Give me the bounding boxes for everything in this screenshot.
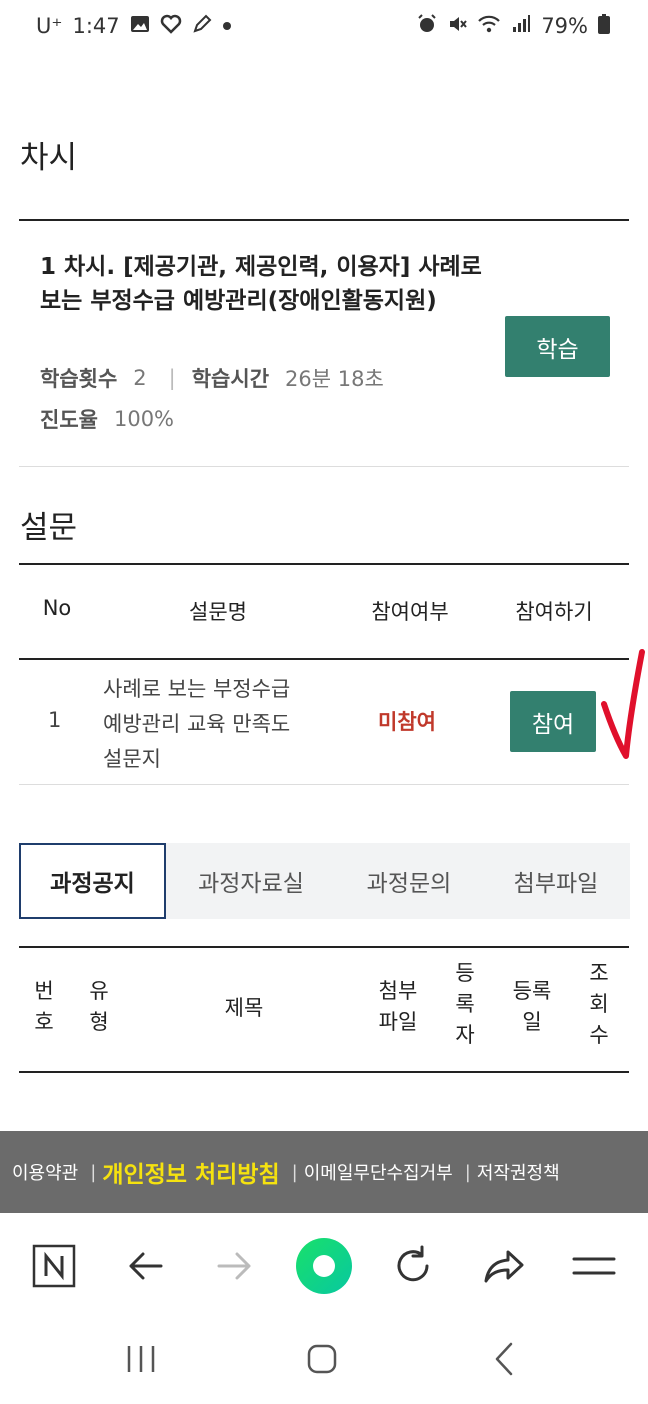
notice-header-registrant-1: 등 bbox=[455, 961, 475, 985]
dot-icon bbox=[222, 17, 232, 35]
status-bar: U⁺ 1:47 79% bbox=[0, 0, 648, 52]
survey-header-name: 설문명 bbox=[189, 600, 247, 624]
heart-link-icon bbox=[160, 14, 182, 38]
lesson-title: 1 차시. [제공기관, 제공인력, 이용자] 사례로 보는 부정수급 예방관리… bbox=[40, 254, 482, 314]
notice-header-type-1: 유 bbox=[89, 979, 109, 1003]
notice-header-title: 제목 bbox=[224, 996, 264, 1020]
notice-header-reg-date-1: 등록 bbox=[512, 979, 552, 1003]
tab-course-materials[interactable]: 과정자료실 bbox=[170, 843, 332, 919]
naver-n-icon[interactable] bbox=[26, 1238, 82, 1294]
footer-terms-link[interactable]: 이용약관 bbox=[12, 1159, 78, 1185]
signal-icon bbox=[511, 14, 531, 38]
forward-arrow-icon[interactable] bbox=[207, 1238, 263, 1294]
mute-icon bbox=[447, 14, 468, 38]
edit-icon bbox=[192, 14, 212, 38]
recent-apps-icon[interactable] bbox=[113, 1336, 169, 1382]
wifi-icon bbox=[477, 14, 501, 38]
tab-course-inquiry[interactable]: 과정문의 bbox=[338, 843, 480, 919]
footer-separator: | bbox=[291, 1161, 298, 1183]
lesson-divider-bottom bbox=[19, 466, 629, 467]
survey-row-name: 사례로 보는 부정수급 예방관리 교육 만족도 설문지 bbox=[103, 672, 290, 777]
tab-attachments[interactable]: 첨부파일 bbox=[485, 843, 627, 919]
notice-header-attachment: 첨부 파일 bbox=[368, 976, 428, 1038]
notice-header-type: 유 형 bbox=[85, 976, 113, 1038]
footer-email-refusal-link[interactable]: 이메일무단수집거부 bbox=[304, 1159, 453, 1185]
progress-label: 진도율 bbox=[40, 408, 98, 432]
clock: 1:47 bbox=[72, 14, 120, 38]
status-right: 79% bbox=[417, 14, 610, 38]
survey-join-button[interactable]: 참여 bbox=[510, 691, 596, 752]
notice-header-type-2: 형 bbox=[89, 1010, 109, 1034]
image-icon bbox=[130, 14, 150, 38]
notice-header-number-2: 호 bbox=[34, 1010, 54, 1034]
survey-divider-bottom bbox=[19, 784, 629, 785]
survey-header-action: 참여하기 bbox=[515, 600, 593, 624]
notice-header-number-1: 번 bbox=[34, 979, 54, 1003]
study-count-label: 학습횟수 bbox=[40, 367, 118, 391]
menu-icon[interactable] bbox=[566, 1238, 622, 1294]
lesson-divider-top bbox=[19, 219, 629, 221]
study-time-label: 학습시간 bbox=[191, 367, 270, 391]
notice-header-views-3: 수 bbox=[589, 1023, 609, 1047]
notice-header-views-1: 조 bbox=[589, 961, 609, 985]
carrier-label: U⁺ bbox=[36, 14, 63, 38]
lesson-meta-row-1: 학습횟수 2 | 학습시간 26분 18초 bbox=[40, 363, 384, 393]
alarm-icon bbox=[417, 14, 437, 38]
meta-separator: | bbox=[168, 366, 176, 390]
survey-name-line-2: 예방관리 교육 만족도 bbox=[103, 712, 291, 736]
progress-value: 100% bbox=[113, 407, 175, 431]
survey-divider-top bbox=[19, 563, 629, 565]
footer-copyright-link[interactable]: 저작권정책 bbox=[477, 1159, 560, 1185]
notice-header-views: 조 회 수 bbox=[585, 958, 613, 1051]
notice-header-registrant: 등 록 자 bbox=[451, 958, 479, 1051]
survey-name-line-1: 사례로 보는 부정수급 bbox=[103, 677, 291, 701]
notice-table-top-rule bbox=[19, 946, 629, 948]
survey-header-divider bbox=[19, 658, 629, 660]
notice-header-reg-date-2: 일 bbox=[522, 1010, 542, 1034]
share-icon[interactable] bbox=[476, 1238, 532, 1294]
system-back-icon[interactable] bbox=[477, 1336, 533, 1382]
status-left: U⁺ 1:47 bbox=[36, 14, 232, 38]
red-checkmark-icon bbox=[601, 649, 645, 759]
site-footer: 이용약관 | 개인정보 처리방침 | 이메일무단수집거부 | 저작권정책 bbox=[0, 1131, 648, 1213]
battery-icon bbox=[598, 14, 610, 38]
survey-row-no: 1 bbox=[48, 708, 62, 732]
survey-header-no: No bbox=[42, 596, 72, 620]
footer-separator: | bbox=[464, 1161, 471, 1183]
tab-course-notice[interactable]: 과정공지 bbox=[19, 843, 166, 919]
green-home-icon[interactable] bbox=[296, 1238, 352, 1294]
notice-header-number: 번 호 bbox=[30, 976, 58, 1038]
back-arrow-icon[interactable] bbox=[117, 1238, 173, 1294]
notice-header-registrant-3: 자 bbox=[455, 1023, 475, 1047]
survey-name-line-3: 설문지 bbox=[103, 747, 161, 771]
notice-header-views-2: 회 bbox=[589, 992, 609, 1016]
survey-status-badge: 미참여 bbox=[378, 710, 436, 734]
study-time-value: 26분 18초 bbox=[285, 367, 384, 391]
battery-percent: 79% bbox=[541, 14, 588, 38]
notice-header-attachment-2: 파일 bbox=[378, 1010, 418, 1034]
footer-privacy-link[interactable]: 개인정보 처리방침 bbox=[102, 1155, 279, 1189]
notice-header-reg-date: 등록 일 bbox=[502, 976, 562, 1038]
survey-header-status: 참여여부 bbox=[371, 600, 449, 624]
study-button[interactable]: 학습 bbox=[505, 316, 610, 377]
notice-table-header-rule bbox=[19, 1071, 629, 1073]
survey-section-title: 설문 bbox=[20, 510, 78, 546]
lesson-section-title: 차시 bbox=[20, 140, 78, 176]
notice-header-attachment-1: 첨부 bbox=[378, 979, 418, 1003]
home-icon[interactable] bbox=[294, 1336, 350, 1382]
lesson-meta-row-2: 진도율 100% bbox=[40, 404, 174, 434]
refresh-icon[interactable] bbox=[385, 1238, 441, 1294]
notice-header-registrant-2: 록 bbox=[455, 992, 475, 1016]
study-count-value: 2 bbox=[133, 366, 147, 390]
footer-separator: | bbox=[90, 1161, 97, 1183]
